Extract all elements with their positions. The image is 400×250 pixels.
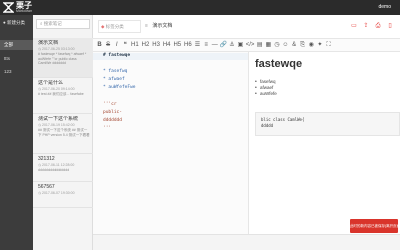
- note-snippet: ## 测试一下这个系统 ## 测试一下 PHP version 5.4 测试一下…: [38, 128, 90, 137]
- markdown-editor[interactable]: # fastewqe * fasefwq * afwaef * auWfefeF…: [93, 52, 249, 234]
- anchor-button[interactable]: ⚓: [228, 40, 235, 51]
- search-input[interactable]: ⌕ 搜索笔记: [36, 19, 90, 29]
- italic-button[interactable]: I: [113, 40, 120, 51]
- h3-button[interactable]: H3: [152, 40, 161, 51]
- delete-icon[interactable]: ▯: [387, 22, 393, 30]
- list-item[interactable]: 567567 ◷ 2017-06-07 19:30:00: [33, 182, 93, 208]
- tag-icon: ◆: [101, 24, 105, 29]
- note-title: 321312: [38, 156, 55, 162]
- note-actions: ▭ ⇪ ⎙ ▯: [351, 20, 399, 33]
- codeblock-button[interactable]: ▤: [256, 40, 263, 51]
- search-icon: ⌕: [40, 21, 43, 26]
- list-item[interactable]: 这个是什么 ◷ 2017-06-20 09:14:00 # test ## 我们…: [33, 78, 93, 114]
- sidebar-item-all[interactable]: 全部: [0, 40, 33, 50]
- list-item[interactable]: 演示文档 ◷ 2017-06-25 03:13:00 # fastewqe * …: [33, 38, 93, 78]
- preview-heading: fastewqe: [255, 58, 303, 70]
- search-placeholder: 搜索笔记: [43, 21, 62, 26]
- editor-line: ''': [103, 126, 112, 131]
- print-icon[interactable]: ⎙: [375, 22, 381, 30]
- image-button[interactable]: ▣: [237, 40, 244, 51]
- ul-button[interactable]: ☰: [194, 40, 201, 51]
- title-input[interactable]: ≡ 演示文档: [145, 20, 347, 33]
- editor-line: * afwaef: [103, 77, 125, 82]
- note-snippet: dddddddddddddddd: [38, 168, 70, 172]
- note-title: 这个是什么: [38, 80, 64, 86]
- note-title: 567567: [38, 184, 55, 190]
- preview-list-item: auWfefe: [255, 91, 277, 97]
- bold-button[interactable]: B: [96, 40, 103, 51]
- note-title-bar: ◆ 标签分类 ≡ 演示文档 ▭ ⇪ ⎙ ▯: [93, 15, 400, 39]
- note-list: ⌕ 搜索笔记 演示文档 ◷ 2017-06-25 03:13:00 # fast…: [33, 15, 93, 250]
- list-item[interactable]: 321312 ◷ 2017-06-11 12:28:00 ddddddddddd…: [33, 154, 93, 182]
- logo-subtitle: Markdown: [16, 9, 33, 13]
- h1-button[interactable]: H1: [130, 40, 139, 51]
- logo-icon: [3, 2, 14, 13]
- h5-button[interactable]: H5: [173, 40, 182, 51]
- preview-button[interactable]: ✦: [316, 40, 323, 51]
- ol-button[interactable]: ≡: [203, 40, 210, 51]
- note-snippet: # fastewqe * fasefwq * afwaef * auWfefe …: [38, 52, 87, 66]
- code-button[interactable]: </>: [246, 40, 255, 51]
- link-button[interactable]: 🔗: [220, 40, 227, 51]
- h6-button[interactable]: H6: [183, 40, 192, 51]
- preview-code-line: ddddd: [261, 123, 274, 128]
- title-text: 演示文档: [152, 23, 173, 29]
- top-bar: 栗子 Markdown demo: [0, 0, 400, 15]
- preview-list: fasefwq afwaef auWfefe: [255, 79, 277, 97]
- title-separator-icon: ≡: [145, 23, 148, 29]
- app-logo[interactable]: 栗子 Markdown: [3, 1, 35, 13]
- export-icon[interactable]: ⇪: [363, 22, 369, 30]
- editor-line: public-: [103, 110, 122, 115]
- new-category-button[interactable]: ● 新建分类: [3, 20, 25, 26]
- editor-line: ddddddd: [103, 118, 122, 123]
- status-bar: [93, 234, 400, 250]
- strike-button[interactable]: S: [105, 40, 112, 51]
- category-sidebar: ● 新建分类 全部 ttts 123: [0, 15, 33, 250]
- notebook-select[interactable]: ◆ 标签分类: [98, 20, 141, 33]
- quote-button[interactable]: ❝: [122, 40, 129, 51]
- datetime-button[interactable]: ◷: [273, 40, 280, 51]
- note-snippet: # test ## 我们应该... fasefabe: [38, 92, 84, 96]
- note-date: ◷ 2017-06-07 19:30:00: [38, 191, 75, 195]
- editor-line: '''cr: [103, 102, 117, 107]
- h2-button[interactable]: H2: [141, 40, 150, 51]
- note-title: 演示文档: [38, 40, 59, 46]
- notebook-label: 标签分类: [105, 24, 124, 29]
- markdown-preview: fastewqe fasefwq afwaef auWfefe blic cla…: [249, 52, 400, 234]
- hr-button[interactable]: —: [211, 40, 218, 51]
- sidebar-item-ttts[interactable]: ttts: [0, 54, 33, 64]
- save-notification[interactable]: 此时的新内容已被保存(离开页面): [350, 219, 398, 233]
- editor-line: * auWfefeFwe: [103, 85, 136, 90]
- editor-line: # fastewqe: [103, 53, 131, 58]
- save-icon[interactable]: ▭: [351, 22, 357, 30]
- h4-button[interactable]: H4: [162, 40, 171, 51]
- user-menu[interactable]: demo: [378, 3, 391, 12]
- pagebreak-button[interactable]: ⎘: [299, 40, 306, 51]
- editor-line: * fasefwq: [103, 69, 128, 74]
- table-button[interactable]: ▦: [265, 40, 272, 51]
- list-item[interactable]: 测试一下这个系统 ◷ 2017-06-19 15:42:00 ## 测试一下这个…: [33, 114, 93, 154]
- format-toolbar: B S I ❝ H1 H2 H3 H4 H5 H6 ☰ ≡ — 🔗 ⚓ ▣ </> ▤ ▦ ◷ ☺ & ⎘ ◉ ✦ ⛶: [93, 39, 400, 52]
- note-title: 测试一下这个系统: [38, 116, 79, 122]
- fullscreen-button[interactable]: ⛶: [325, 40, 332, 51]
- entity-button[interactable]: &: [291, 40, 298, 51]
- watch-button[interactable]: ◉: [308, 40, 315, 51]
- sidebar-item-123[interactable]: 123: [0, 67, 33, 77]
- emoji-button[interactable]: ☺: [282, 40, 289, 51]
- preview-code-block: blic class CamlWe{ ddddd: [255, 112, 400, 136]
